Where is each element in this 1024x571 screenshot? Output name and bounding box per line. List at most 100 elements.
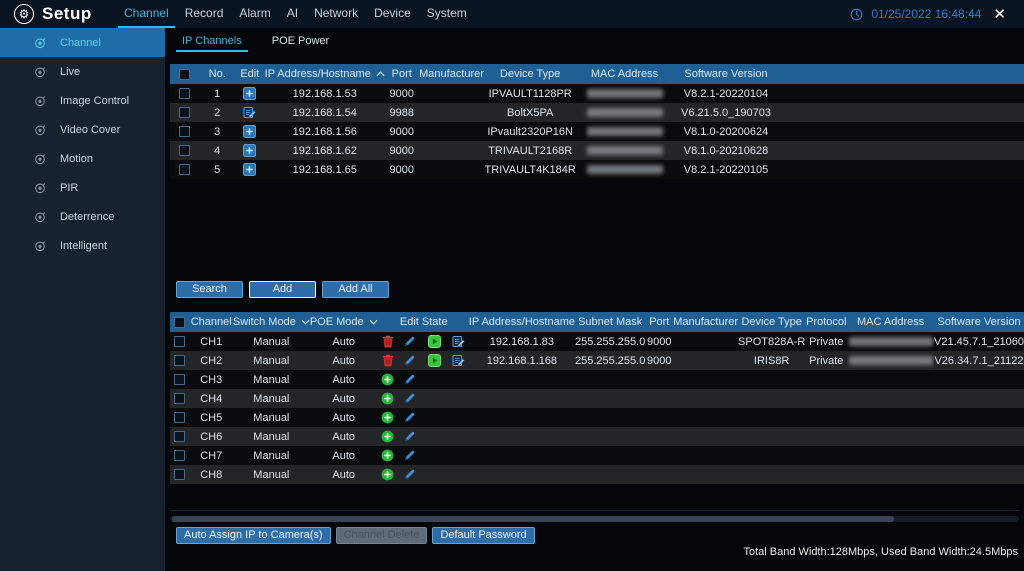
cell-switch-mode: Manual <box>232 427 310 446</box>
table-row: 3 192.168.1.56 9000 IPvault2320P16N V8.1.0-2… <box>170 122 1024 141</box>
select-all-checkbox[interactable] <box>179 68 191 80</box>
menu-item-alarm[interactable]: Alarm <box>231 0 278 28</box>
icon-cell <box>397 446 422 465</box>
row-checkbox[interactable] <box>174 336 186 348</box>
channel-delete-button[interactable]: Channel Delete <box>335 527 428 544</box>
tabbar: IP Channels POE Power <box>176 32 331 52</box>
row-checkbox[interactable] <box>174 393 186 405</box>
icon-cell <box>448 370 469 389</box>
cell-poe-mode: Auto <box>309 389 378 408</box>
pencil-icon[interactable] <box>403 335 416 348</box>
row-checkbox[interactable] <box>179 107 191 119</box>
cell-manufacturer <box>673 427 739 446</box>
pencil-icon[interactable] <box>403 449 416 462</box>
table-header-row: Channel Switch Mode POE Mode Edit State IP Ad… <box>170 312 1024 332</box>
row-checkbox[interactable] <box>174 450 186 462</box>
column-header-poe-mode[interactable]: POE Mode <box>309 312 378 332</box>
sidebar-item-intelligent[interactable]: Intelligent <box>0 231 165 260</box>
icon-cell <box>397 408 422 427</box>
edit-doc-icon[interactable] <box>243 106 257 119</box>
horizontal-scrollbar[interactable] <box>170 516 1019 522</box>
sidebar-item-live[interactable]: Live <box>0 57 165 86</box>
row-checkbox[interactable] <box>179 88 191 100</box>
default-password-button[interactable]: Default Password <box>432 527 535 544</box>
add-square-icon[interactable] <box>243 125 257 138</box>
play-icon[interactable] <box>428 335 442 348</box>
row-checkbox[interactable] <box>179 126 191 138</box>
select-all-checkbox[interactable] <box>174 316 186 328</box>
mac-redacted-blur <box>586 127 663 137</box>
column-header-blank <box>377 312 398 332</box>
row-checkbox[interactable] <box>174 355 186 367</box>
pencil-icon[interactable] <box>403 411 416 424</box>
menu-item-device[interactable]: Device <box>366 0 419 28</box>
row-checkbox[interactable] <box>174 412 186 424</box>
sidebar-item-channel[interactable]: Channel <box>0 28 165 57</box>
tab-poe-power[interactable]: POE Power <box>270 32 331 52</box>
play-icon[interactable] <box>428 354 442 367</box>
cell-poe-mode: Auto <box>309 465 378 484</box>
add-button[interactable]: Add <box>249 281 316 298</box>
trash-icon[interactable] <box>382 335 394 348</box>
close-icon[interactable]: ✕ <box>989 5 1010 24</box>
icon-cell <box>448 408 469 427</box>
cell-ip <box>468 427 575 446</box>
cell-software-version: V21.45.7.1_21060 <box>933 332 1024 351</box>
pencil-icon[interactable] <box>403 373 416 386</box>
column-header-ip-address-hostname[interactable]: IP Address/Hostname <box>264 64 385 84</box>
cell-device-type <box>738 427 806 446</box>
plus-circle-icon[interactable] <box>381 411 394 424</box>
row-checkbox-cell <box>170 141 200 160</box>
table-row: CH2 Manual Auto 192.168.1.168 255.255.255.0 9… <box>170 351 1024 370</box>
plus-circle-icon[interactable] <box>381 392 394 405</box>
row-checkbox[interactable] <box>179 145 191 157</box>
tab-ip-channels[interactable]: IP Channels <box>176 32 248 52</box>
icon-cell <box>421 427 449 446</box>
table-row: CH3 Manual Auto <box>170 370 1024 389</box>
plus-circle-icon[interactable] <box>381 449 394 462</box>
edit-doc-icon[interactable] <box>452 354 465 367</box>
row-checkbox[interactable] <box>174 374 186 386</box>
add-square-icon[interactable] <box>243 144 257 157</box>
cell-port: 9000 <box>645 351 674 370</box>
cell-manufacturer <box>418 141 485 160</box>
menu-item-ai[interactable]: AI <box>279 0 306 28</box>
sort-asc-icon <box>376 71 385 77</box>
pencil-icon[interactable] <box>403 392 416 405</box>
row-checkbox[interactable] <box>174 469 186 481</box>
horizontal-scrollbar-thumb[interactable] <box>172 516 894 522</box>
pencil-icon[interactable] <box>403 430 416 443</box>
column-header-label: Edit <box>240 68 260 80</box>
sidebar-item-image-control[interactable]: Image Control <box>0 86 165 115</box>
menu-item-channel[interactable]: Channel <box>116 0 177 28</box>
plus-circle-icon[interactable] <box>381 430 394 443</box>
edit-doc-icon[interactable] <box>452 335 465 348</box>
sidebar-item-deterrence[interactable]: Deterrence <box>0 202 165 231</box>
icon-cell <box>448 332 469 351</box>
sidebar-item-pir[interactable]: PIR <box>0 173 165 202</box>
menu-item-network[interactable]: Network <box>306 0 366 28</box>
column-header-switch-mode[interactable]: Switch Mode <box>232 312 310 332</box>
auto-assign-ip-button[interactable]: Auto Assign IP to Camera(s) <box>176 527 331 544</box>
plus-circle-icon[interactable] <box>381 373 394 386</box>
row-checkbox[interactable] <box>179 164 191 176</box>
trash-icon[interactable] <box>382 354 394 367</box>
add-square-icon[interactable] <box>243 163 257 176</box>
menu-item-system[interactable]: System <box>419 0 475 28</box>
cell-manufacturer <box>673 370 739 389</box>
row-checkbox[interactable] <box>174 431 186 443</box>
plus-circle-icon[interactable] <box>381 468 394 481</box>
pencil-icon[interactable] <box>403 354 416 367</box>
cell-software-version: V8.1.0-20200624 <box>673 122 779 141</box>
add-square-icon[interactable] <box>243 87 257 100</box>
menu-item-record[interactable]: Record <box>177 0 232 28</box>
pencil-icon[interactable] <box>403 468 416 481</box>
sidebar-item-video-cover[interactable]: Video Cover <box>0 115 165 144</box>
search-button[interactable]: Search <box>176 281 243 298</box>
add-all-button[interactable]: Add All <box>322 281 389 298</box>
search-button-row: Search Add Add All <box>176 281 389 298</box>
table-row: 4 192.168.1.62 9000 TRIVAULT2168R V8.1.0-202… <box>170 141 1024 160</box>
discovered-devices-table: No. Edit IP Address/Hostname Port Manufactur… <box>170 64 1024 179</box>
sidebar-item-motion[interactable]: Motion <box>0 144 165 173</box>
icon-cell <box>377 446 398 465</box>
